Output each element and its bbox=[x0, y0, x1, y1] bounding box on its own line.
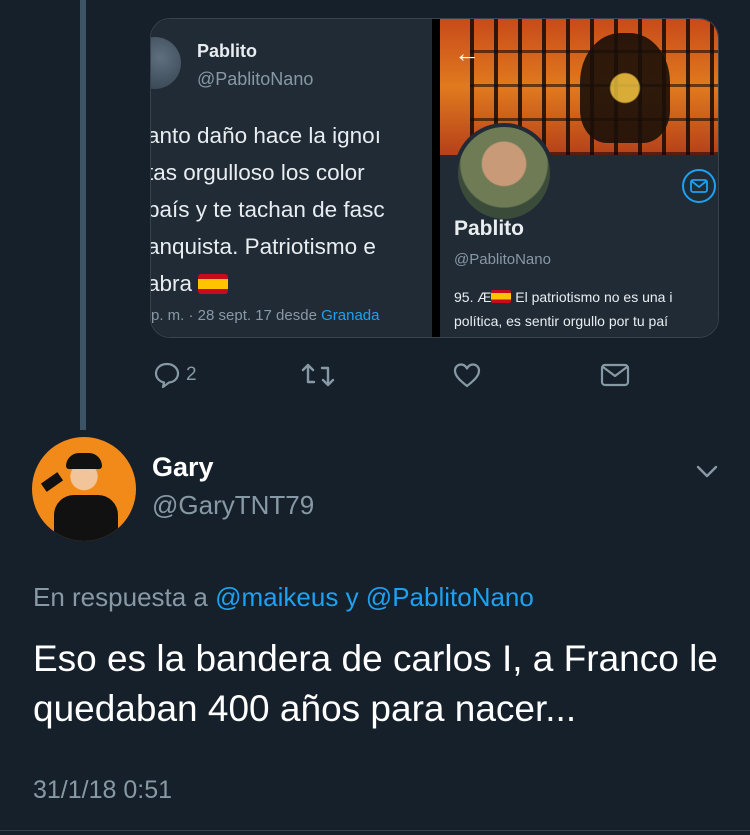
divider bbox=[432, 19, 440, 337]
back-arrow-icon: ← bbox=[454, 38, 480, 68]
quoted-text-line: anquista. Patriotismo e bbox=[151, 234, 376, 259]
author-name[interactable]: Gary bbox=[152, 452, 214, 483]
quoted-tweet-meta: p. m. · 28 sept. 17 desde Granada bbox=[151, 307, 379, 324]
quoted-author-handle: @PablitoNano bbox=[197, 69, 314, 89]
profile-name: Pablito bbox=[454, 217, 525, 240]
bio-text: 95. Æ bbox=[454, 289, 492, 305]
avatar-gun bbox=[40, 472, 64, 492]
direct-message-button[interactable] bbox=[600, 360, 630, 390]
avatar-figure bbox=[54, 495, 118, 541]
spain-flag-icon bbox=[491, 290, 512, 303]
reply-count: 2 bbox=[186, 364, 197, 385]
like-button[interactable] bbox=[452, 360, 482, 390]
coat-of-arms-image bbox=[580, 33, 670, 143]
avatar-hair bbox=[66, 453, 102, 469]
reply-context: En respuesta a @maikeus y @PablitoNano bbox=[33, 582, 534, 613]
screenshot-tweet-panel: Pablito @PablitoNano anto daño hace la i… bbox=[151, 19, 432, 337]
tweet-timestamp[interactable]: 31/1/18 0:51 bbox=[33, 776, 172, 805]
reply-icon bbox=[154, 362, 180, 389]
quoted-tweet-text: anto daño hace la ignoı tas orgulloso lo… bbox=[151, 117, 432, 302]
bio-text: El patriotismo no es una i bbox=[515, 289, 673, 305]
message-icon bbox=[682, 169, 716, 203]
reply-button[interactable]: 2 bbox=[152, 360, 197, 390]
spain-flag-icon bbox=[198, 274, 229, 294]
quoted-meta-text: p. m. · 28 sept. 17 desde bbox=[151, 307, 322, 324]
divider bbox=[0, 830, 750, 831]
profile-avatar bbox=[454, 123, 554, 223]
retweet-button[interactable] bbox=[300, 360, 336, 390]
profile-handle: @PablitoNano bbox=[454, 251, 551, 268]
quoted-text-line: tas orgulloso los color bbox=[151, 160, 365, 185]
mention-link[interactable]: @PablitoNano bbox=[366, 582, 534, 612]
retweet-icon bbox=[301, 363, 335, 387]
quoted-media-card[interactable]: Pablito @PablitoNano anto daño hace la i… bbox=[150, 18, 719, 338]
quoted-text-line: anto daño hace la ignoı bbox=[151, 123, 381, 148]
mention-link[interactable]: @maikeus bbox=[215, 582, 338, 612]
quoted-author-name: Pablito bbox=[197, 41, 258, 61]
avatar bbox=[151, 37, 181, 89]
chevron-down-icon[interactable] bbox=[692, 456, 722, 486]
reply-prefix: En respuesta a bbox=[33, 582, 216, 612]
avatar[interactable] bbox=[32, 437, 136, 541]
tweet-text: Eso es la bandera de carlos I, a Franco … bbox=[33, 638, 718, 729]
quoted-text-line: país y te tachan de fasc bbox=[151, 197, 385, 222]
screenshot-profile-panel: ← Pablito @PablitoNano 95. Æ El patrioti… bbox=[440, 19, 718, 337]
reply-join: y bbox=[338, 582, 366, 612]
quoted-text-line: abra bbox=[151, 271, 193, 296]
tweet-actions-bar: 2 bbox=[0, 358, 750, 398]
bio-text: política, es sentir orgullo por tu paí bbox=[454, 313, 669, 329]
heart-icon bbox=[453, 363, 481, 388]
source-link: Granada bbox=[321, 307, 380, 324]
profile-bio: 95. Æ El patriotismo no es una i polític… bbox=[454, 285, 672, 333]
author-handle[interactable]: @GaryTNT79 bbox=[152, 490, 314, 521]
envelope-icon bbox=[600, 363, 630, 387]
